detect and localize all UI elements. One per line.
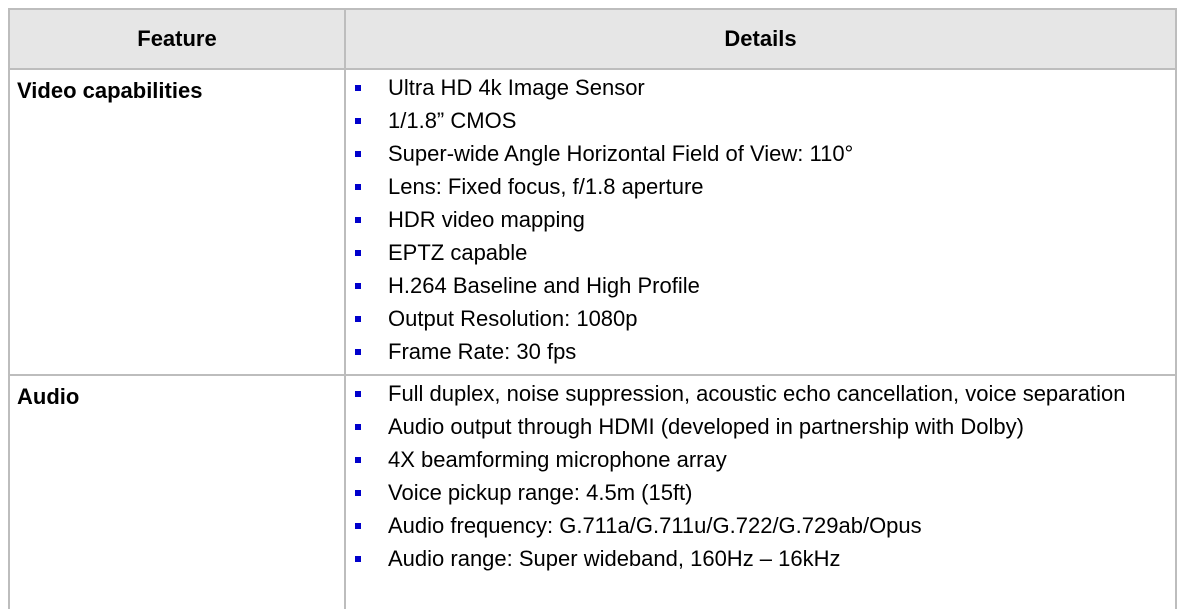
table-row-audio: Audio Full duplex, noise suppression, ac… [8,374,1177,609]
feature-cell: Audio [8,374,346,609]
detail-list: Full duplex, noise suppression, acoustic… [346,380,1175,573]
list-item-text: Audio range: Super wideband, 160Hz – 16k… [388,546,841,571]
list-item-text: Lens: Fixed focus, f/1.8 aperture [388,174,704,199]
header-row: Feature Details [8,8,1177,70]
list-item-text: Output Resolution: 1080p [388,306,638,331]
list-item-text: EPTZ capable [388,240,528,265]
table-row-video-capabilities: Video capabilities Ultra HD 4k Image Sen… [8,68,1177,376]
list-item: Super-wide Angle Horizontal Field of Vie… [346,140,1175,168]
list-item-text: 1/1.8” CMOS [388,108,517,133]
square-bullet-icon [355,151,361,157]
square-bullet-icon [355,556,361,562]
square-bullet-icon [355,457,361,463]
details-cell: Full duplex, noise suppression, acoustic… [344,374,1177,609]
list-item-text: Super-wide Angle Horizontal Field of Vie… [388,141,854,166]
list-item: Voice pickup range: 4.5m (15ft) [346,479,1175,507]
list-item: Audio range: Super wideband, 160Hz – 16k… [346,545,1175,573]
list-item: H.264 Baseline and High Profile [346,272,1175,300]
list-item: Audio frequency: G.711a/G.711u/G.722/G.7… [346,512,1175,540]
list-item: Full duplex, noise suppression, acoustic… [346,380,1175,408]
square-bullet-icon [355,490,361,496]
list-item-text: Full duplex, noise suppression, acoustic… [388,381,1126,406]
list-item-text: Audio frequency: G.711a/G.711u/G.722/G.7… [388,513,922,538]
square-bullet-icon [355,118,361,124]
square-bullet-icon [355,250,361,256]
list-item: Output Resolution: 1080p [346,305,1175,333]
spec-table: Feature Details Video capabilities Ultra… [8,8,1177,609]
square-bullet-icon [355,424,361,430]
square-bullet-icon [355,349,361,355]
list-item-text: Ultra HD 4k Image Sensor [388,75,645,100]
square-bullet-icon [355,391,361,397]
list-item: Frame Rate: 30 fps [346,338,1175,366]
table-header: Feature Details [8,8,1177,70]
square-bullet-icon [355,184,361,190]
square-bullet-icon [355,217,361,223]
list-item-text: Voice pickup range: 4.5m (15ft) [388,480,693,505]
list-item-text: 4X beamforming microphone array [388,447,727,472]
list-item-text: Frame Rate: 30 fps [388,339,577,364]
list-item-text: HDR video mapping [388,207,585,232]
list-item: EPTZ capable [346,239,1175,267]
square-bullet-icon [355,523,361,529]
list-item: Ultra HD 4k Image Sensor [346,74,1175,102]
list-item: 1/1.8” CMOS [346,107,1175,135]
square-bullet-icon [355,316,361,322]
detail-list: Ultra HD 4k Image Sensor 1/1.8” CMOS Sup… [346,74,1175,366]
header-details: Details [344,8,1177,70]
header-feature: Feature [8,8,346,70]
list-item-text: H.264 Baseline and High Profile [388,273,700,298]
square-bullet-icon [355,85,361,91]
square-bullet-icon [355,283,361,289]
list-item: HDR video mapping [346,206,1175,234]
list-item: Lens: Fixed focus, f/1.8 aperture [346,173,1175,201]
feature-cell: Video capabilities [8,68,346,376]
list-item: 4X beamforming microphone array [346,446,1175,474]
details-cell: Ultra HD 4k Image Sensor 1/1.8” CMOS Sup… [344,68,1177,376]
list-item: Audio output through HDMI (developed in … [346,413,1175,441]
list-item-text: Audio output through HDMI (developed in … [388,414,1024,439]
